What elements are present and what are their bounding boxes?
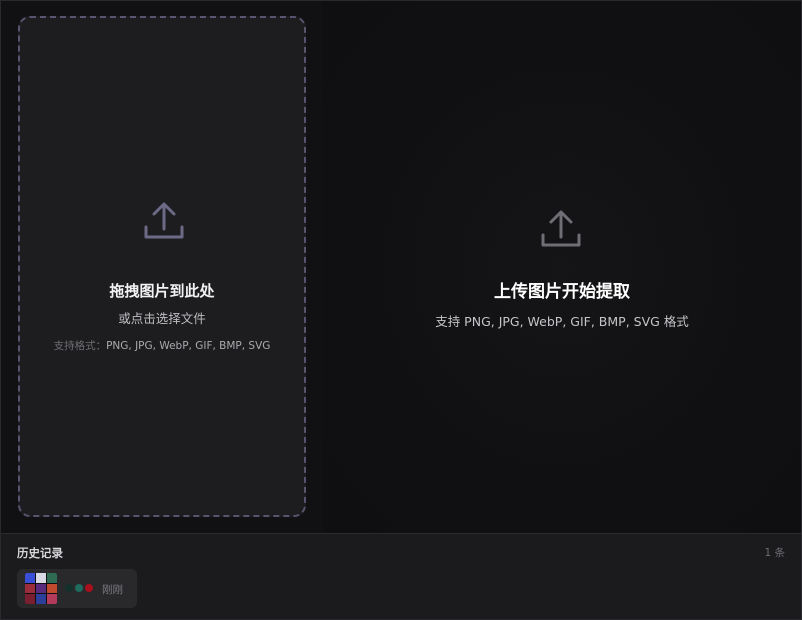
empty-state-subtitle: 支持 PNG, JPG, WebP, GIF, BMP, SVG 格式	[435, 314, 689, 329]
palette-swatch	[75, 584, 83, 592]
thumbnail-tile	[36, 583, 46, 594]
empty-state-title: 上传图片开始提取	[494, 282, 630, 302]
palette-swatch	[65, 584, 73, 592]
dropzone-title: 拖拽图片到此处	[109, 282, 215, 300]
upload-icon	[541, 210, 581, 247]
thumbnail-tile	[25, 573, 35, 583]
upload-icon	[144, 202, 184, 239]
history-item[interactable]: 刚刚	[17, 569, 137, 608]
thumbnail-tile	[47, 583, 57, 594]
supported-formats-value: PNG, JPG, WebP, GIF, BMP, SVG	[106, 340, 271, 352]
thumbnail-tile	[25, 594, 35, 604]
history-time: 刚刚	[102, 584, 123, 596]
history-thumbnail	[25, 573, 57, 604]
history-count: 1 条	[764, 547, 785, 559]
preview-panel: 上传图片开始提取 支持 PNG, JPG, WebP, GIF, BMP, SV…	[323, 1, 801, 533]
history-title: 历史记录	[17, 546, 63, 560]
dropzone-subtitle: 或点击选择文件	[118, 311, 206, 326]
history-palette	[65, 584, 93, 592]
thumbnail-tile	[36, 594, 46, 604]
upload-dropzone[interactable]: 拖拽图片到此处 或点击选择文件 支持格式：PNG, JPG, WebP, GIF…	[18, 16, 306, 517]
supported-formats-label: 支持格式：	[53, 340, 107, 352]
thumbnail-tile	[47, 594, 57, 604]
thumbnail-tile	[25, 583, 35, 594]
palette-swatch	[85, 584, 93, 592]
thumbnail-tile	[47, 573, 57, 583]
history-panel: 历史记录 1 条 刚刚	[1, 533, 801, 619]
thumbnail-tile	[36, 573, 46, 583]
supported-formats: 支持格式：PNG, JPG, WebP, GIF, BMP, SVG	[20, 338, 304, 353]
app-window: 拖拽图片到此处 或点击选择文件 支持格式：PNG, JPG, WebP, GIF…	[0, 0, 802, 620]
